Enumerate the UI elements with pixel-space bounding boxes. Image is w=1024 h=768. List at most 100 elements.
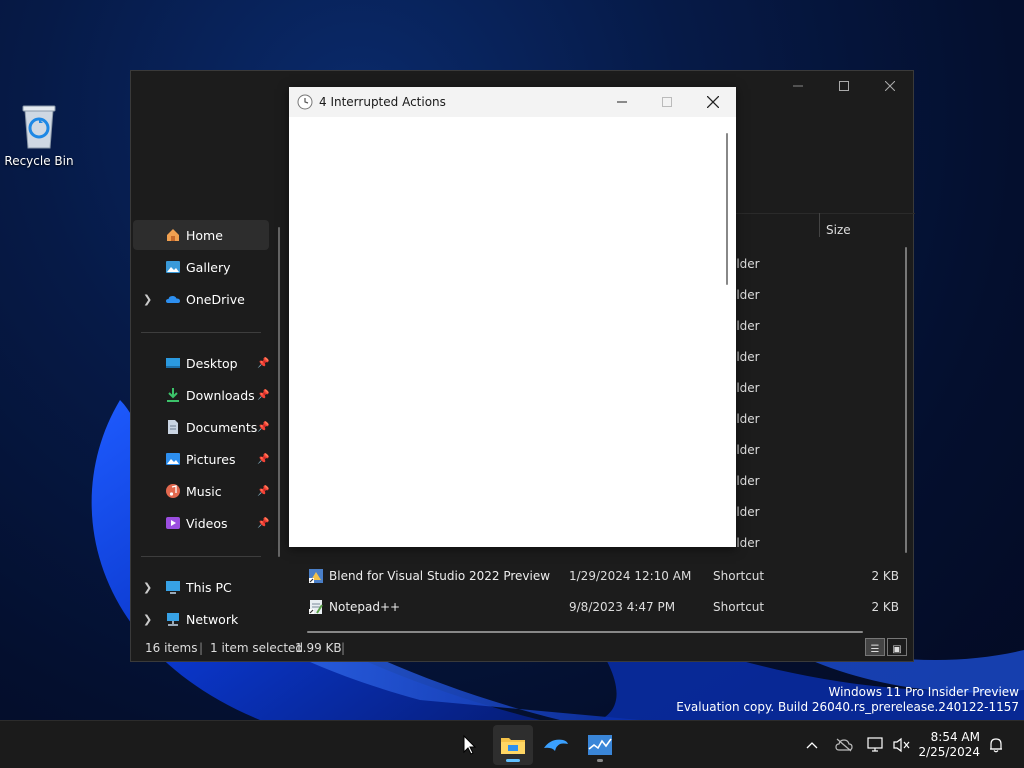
- chevron-right-icon[interactable]: ❯: [143, 581, 152, 594]
- network-icon: [167, 613, 179, 626]
- show-hidden-icons-button[interactable]: [802, 735, 822, 755]
- file-date: 1/29/2024 12:10 AM: [569, 569, 692, 583]
- close-button[interactable]: [867, 71, 913, 101]
- cloud-offline-icon: [835, 738, 853, 752]
- close-icon: [885, 81, 895, 91]
- status-selection-size: 1.99 KB: [295, 641, 342, 655]
- notifications-button[interactable]: [986, 735, 1006, 755]
- sidebar-divider: [141, 556, 261, 557]
- status-separator: |: [199, 641, 204, 655]
- sidebar-divider: [141, 332, 261, 333]
- system-clock[interactable]: 8:54 AM 2/25/2024: [918, 730, 980, 760]
- sidebar-item-label: Videos: [186, 515, 228, 531]
- maximize-icon: [662, 97, 672, 107]
- column-header-size[interactable]: Size: [826, 223, 851, 237]
- watermark-build: Evaluation copy. Build 26040.rs_prerelea…: [676, 700, 1019, 714]
- bell-icon: [990, 738, 1002, 753]
- chevron-right-icon[interactable]: ❯: [143, 613, 152, 626]
- videos-icon: [166, 517, 180, 529]
- notepad-plus-plus-icon: [309, 600, 323, 614]
- dialog-close-button[interactable]: [691, 87, 735, 117]
- file-size: 2 KB: [871, 569, 899, 583]
- taskbar-app-unknown[interactable]: [450, 725, 490, 765]
- minimize-button[interactable]: [775, 71, 821, 101]
- sidebar-item-label: OneDrive: [186, 291, 245, 307]
- sidebar-item-music[interactable]: Music 📌: [133, 476, 269, 506]
- chevron-right-icon[interactable]: ❯: [143, 293, 152, 306]
- taskbar: 8:54 AM 2/25/2024: [0, 720, 1024, 768]
- folder-icon: [501, 738, 525, 754]
- sidebar-item-label: Network: [186, 611, 239, 627]
- file-name: Notepad++: [329, 600, 401, 614]
- active-indicator: [506, 759, 520, 762]
- network-tray-button[interactable]: [866, 735, 886, 755]
- preview-view-icon: ▣: [892, 644, 902, 655]
- clock-icon: [297, 94, 313, 110]
- pin-icon: 📌: [257, 453, 270, 465]
- sidebar-item-pictures[interactable]: Pictures 📌: [133, 444, 269, 474]
- sidebar-item-this-pc[interactable]: ❯ This PC: [133, 572, 269, 602]
- taskbar-app-file-explorer[interactable]: [493, 725, 533, 765]
- volume-tray-button[interactable]: [892, 735, 912, 755]
- watermark-edition: Windows 11 Pro Insider Preview: [828, 685, 1019, 699]
- sidebar-item-label: Documents: [186, 419, 258, 435]
- sidebar-item-onedrive[interactable]: ❯ OneDrive: [133, 284, 269, 314]
- blend-shortcut-icon: [309, 569, 323, 583]
- file-type: Shortcut: [713, 569, 765, 583]
- performance-graph-icon: [588, 735, 612, 755]
- maximize-button[interactable]: [821, 71, 867, 101]
- details-view-icon: ☰: [870, 644, 880, 655]
- pin-icon: 📌: [257, 485, 270, 497]
- download-icon: [167, 388, 179, 402]
- music-icon: [166, 484, 180, 498]
- sidebar-item-network[interactable]: ❯ Network: [133, 604, 269, 634]
- document-icon: [168, 420, 178, 434]
- pin-icon: 📌: [257, 389, 270, 401]
- minimize-icon: [793, 85, 803, 87]
- minimize-icon: [617, 101, 627, 103]
- dialog-minimize-button[interactable]: [600, 87, 644, 117]
- sidebar-item-downloads[interactable]: Downloads 📌: [133, 380, 269, 410]
- recycle-bin[interactable]: Recycle Bin: [4, 104, 74, 168]
- pin-icon: 📌: [257, 421, 270, 433]
- details-view-button[interactable]: ☰: [865, 638, 885, 656]
- sidebar-item-label: Pictures: [186, 451, 236, 467]
- column-divider[interactable]: [819, 213, 820, 237]
- preview-view-button[interactable]: ▣: [887, 638, 907, 656]
- gallery-icon: [166, 261, 180, 273]
- taskbar-app-dolphin[interactable]: [536, 725, 576, 765]
- table-row[interactable]: Notepad++ 9/8/2023 4:47 PM Shortcut 2 KB: [305, 593, 905, 621]
- sidebar-item-desktop[interactable]: Desktop 📌: [133, 348, 269, 378]
- status-selection: 1 item selected: [210, 641, 304, 655]
- sidebar-item-label: Downloads: [186, 387, 255, 403]
- sidebar-item-home[interactable]: Home: [133, 220, 269, 250]
- dialog-maximize-button[interactable]: [645, 87, 689, 117]
- recycle-bin-label: Recycle Bin: [4, 154, 74, 168]
- onedrive-tray-button[interactable]: [834, 735, 854, 755]
- sidebar-item-label: Home: [186, 227, 223, 243]
- dialog-title: 4 Interrupted Actions: [319, 95, 446, 109]
- pin-icon: 📌: [257, 517, 270, 529]
- dialog-scrollbar[interactable]: [726, 133, 728, 285]
- running-indicator: [597, 759, 603, 762]
- sidebar-item-documents[interactable]: Documents 📌: [133, 412, 269, 442]
- status-item-count: 16 items: [145, 641, 198, 655]
- vertical-scrollbar[interactable]: [905, 247, 907, 553]
- taskbar-app-task-manager[interactable]: [580, 725, 620, 765]
- status-bar: 16 items | 1 item selected 1.99 KB | ☰ ▣: [131, 635, 913, 661]
- this-pc-icon: [166, 581, 180, 594]
- dolphin-icon: [544, 739, 568, 751]
- chevron-up-icon: [806, 742, 818, 749]
- sidebar-item-videos[interactable]: Videos 📌: [133, 508, 269, 538]
- clock-time: 8:54 AM: [930, 730, 980, 744]
- pictures-icon: [166, 453, 180, 465]
- table-row[interactable]: Blend for Visual Studio 2022 Preview 1/2…: [305, 562, 905, 590]
- dialog-titlebar[interactable]: 4 Interrupted Actions: [289, 87, 736, 117]
- sidebar-scrollbar[interactable]: [278, 227, 280, 557]
- close-icon: [707, 96, 719, 108]
- maximize-icon: [839, 81, 849, 91]
- desktop-icon: [166, 358, 180, 368]
- horizontal-scrollbar[interactable]: [307, 631, 863, 633]
- sidebar-item-gallery[interactable]: Gallery: [133, 252, 269, 282]
- status-separator: |: [341, 641, 346, 655]
